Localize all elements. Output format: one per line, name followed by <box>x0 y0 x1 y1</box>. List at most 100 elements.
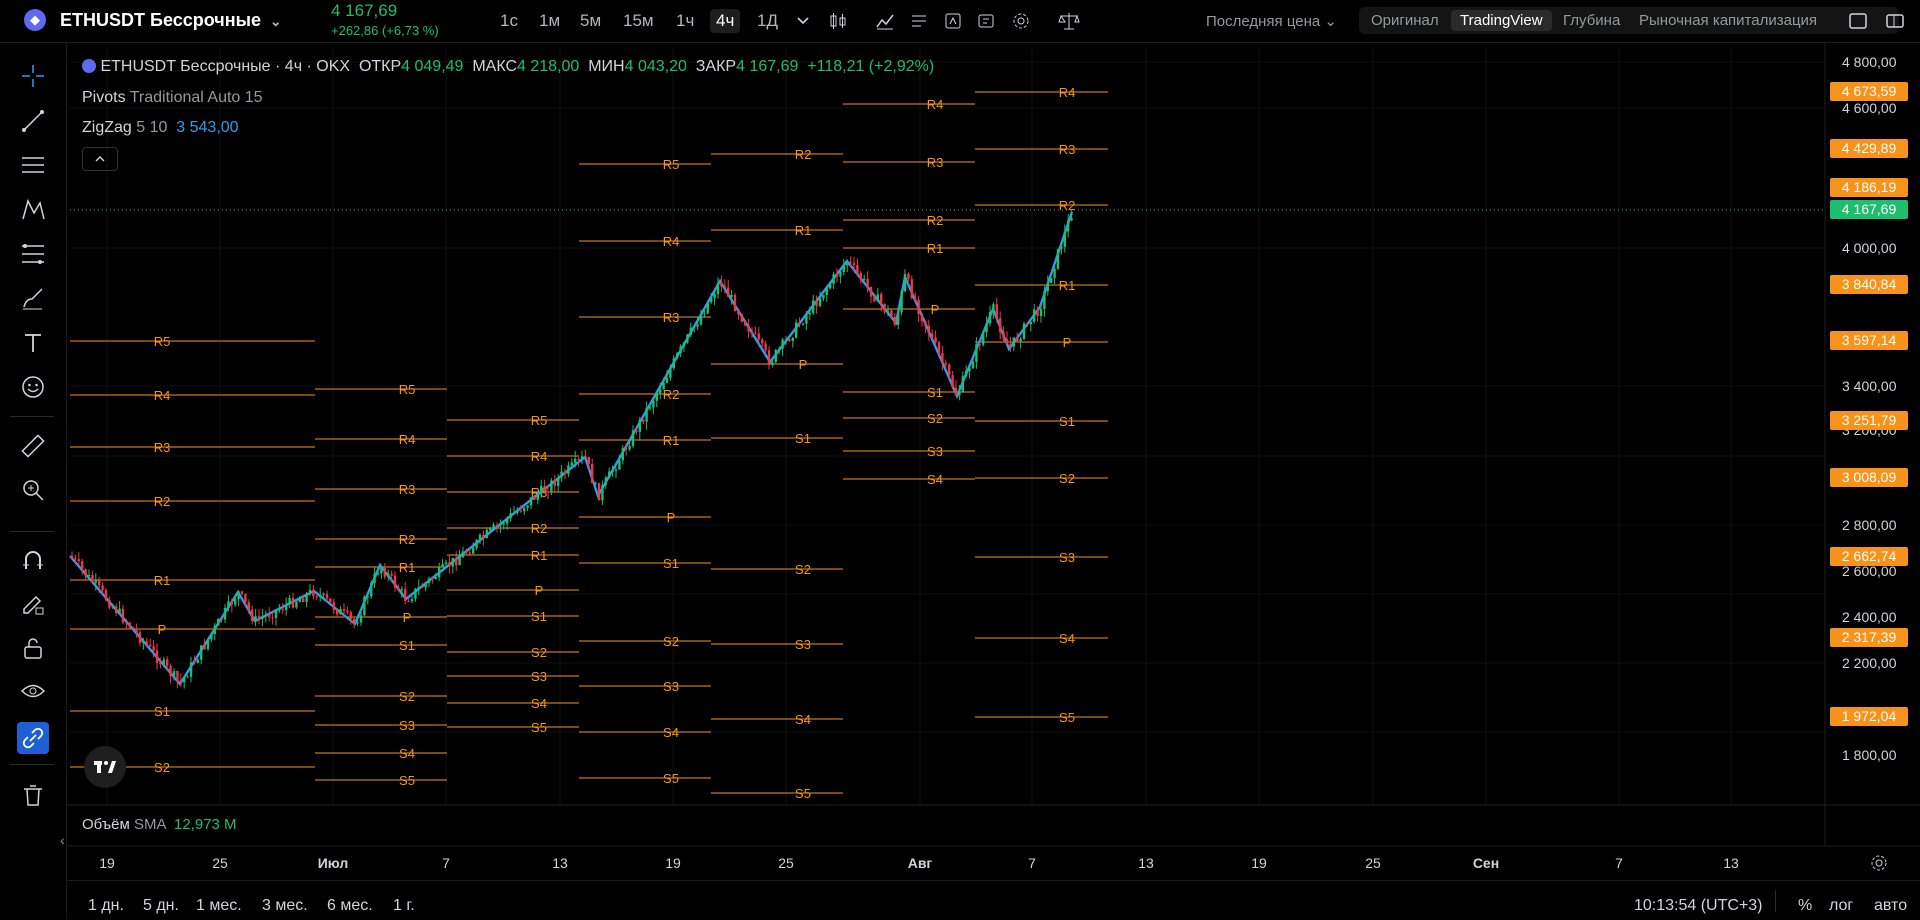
candle-body <box>825 288 828 296</box>
candle-body <box>455 557 458 566</box>
candle-body <box>230 601 233 605</box>
candle-body <box>495 524 499 526</box>
candle-body <box>985 323 988 333</box>
candle-body <box>458 557 461 566</box>
pivot-level-label: R1 <box>1059 278 1076 293</box>
candle-body <box>274 609 278 618</box>
candle-body <box>631 430 635 446</box>
pivot-level-label: P <box>667 510 676 525</box>
pivot-level-label: P <box>799 357 808 372</box>
range-1m[interactable]: 1 мес. <box>196 897 242 915</box>
price-axis-badge: 3 597,14 <box>1830 331 1908 350</box>
candle-body <box>931 333 934 338</box>
pivot-level-label: S2 <box>531 645 547 660</box>
pivot-level-label: S4 <box>531 696 547 711</box>
candle-body <box>502 523 505 525</box>
range-1y[interactable]: 1 г. <box>393 897 415 915</box>
candle-body <box>438 566 441 578</box>
pivot-level-label: R2 <box>531 521 548 536</box>
candle-body <box>512 512 516 514</box>
candle-body <box>645 408 648 422</box>
candle-body <box>393 575 397 588</box>
candle-body <box>240 591 244 594</box>
candle-body <box>77 559 80 562</box>
candle-body <box>166 659 169 666</box>
candle-body <box>499 523 502 526</box>
price-axis-tick: 4 800,00 <box>1842 54 1897 70</box>
candle-body <box>914 298 917 301</box>
candle-body <box>295 602 298 608</box>
legend-open-label: ОТКР <box>358 58 402 75</box>
pivot-level-label: S3 <box>1059 550 1075 565</box>
pivots-indicator-legend[interactable]: Pivots Traditional Auto 15 <box>82 89 263 107</box>
collapse-legend-button[interactable] <box>82 147 118 171</box>
candle-body <box>1012 337 1015 347</box>
time-axis-label: 13 <box>552 855 568 871</box>
candle-body <box>604 477 607 485</box>
candle-body <box>118 608 121 614</box>
candle-body <box>169 665 172 676</box>
tradingview-logo-icon[interactable] <box>84 746 126 788</box>
candle-body <box>591 464 594 484</box>
candle-body <box>757 333 760 340</box>
axis-settings-gear-icon[interactable] <box>1869 853 1889 876</box>
candle-body <box>587 456 590 465</box>
range-1d[interactable]: 1 дн. <box>88 897 124 915</box>
candle-body <box>206 639 210 649</box>
candle-body <box>98 580 101 586</box>
candle-body <box>706 302 709 314</box>
pivot-level-label: R1 <box>399 560 416 575</box>
volume-legend[interactable]: Объём SMA 12,973 M <box>82 816 237 833</box>
pivot-level-label: R1 <box>663 433 680 448</box>
candle-body <box>774 349 777 363</box>
candle-body <box>298 598 301 603</box>
candle-body <box>404 589 407 602</box>
candle-body <box>210 634 213 640</box>
auto-toggle[interactable]: авто <box>1874 897 1907 915</box>
candle-body <box>189 662 193 677</box>
price-chart[interactable]: R5 R4 R3 R2 R1 P S1 S2 R5 R4 R3 R2 R1 P S1 S2 S3 S4 S5 R5 R4… <box>0 0 1920 919</box>
legend-low-label: МИН <box>588 58 625 75</box>
range-3m[interactable]: 3 мес. <box>262 897 308 915</box>
candle-body <box>1016 337 1019 342</box>
candle-body <box>550 480 553 492</box>
candle-body <box>414 588 417 599</box>
percent-toggle[interactable]: % <box>1798 897 1812 915</box>
candle-body <box>880 294 883 304</box>
time-axis-label: Авг <box>907 855 933 871</box>
candle-body <box>336 609 339 615</box>
range-6m[interactable]: 6 мес. <box>327 897 373 915</box>
candle-body <box>482 534 485 538</box>
candle-body <box>244 593 247 603</box>
candle-body <box>737 311 740 315</box>
candle-body <box>461 551 465 558</box>
candle-body <box>349 612 352 619</box>
candle-body <box>886 310 890 312</box>
candle-body <box>84 569 87 577</box>
candle-body <box>172 671 176 676</box>
price-axis-badge: 3 008,09 <box>1830 468 1908 487</box>
candle-body <box>424 583 427 588</box>
clock-timezone[interactable]: 10:13:54 (UTC+3) <box>1634 897 1763 915</box>
candle-body <box>376 573 380 575</box>
candle-body <box>801 323 805 325</box>
candle-body <box>308 589 312 594</box>
candle-body <box>70 556 74 559</box>
candle-body <box>924 320 927 326</box>
pivot-level-label: S1 <box>154 704 170 719</box>
candle-body <box>754 332 757 334</box>
pivot-level-label: R4 <box>927 97 944 112</box>
zigzag-indicator-legend[interactable]: ZigZag 5 10 3 543,00 <box>82 119 239 137</box>
candle-body <box>417 587 420 589</box>
candle-body <box>968 368 971 371</box>
candle-body <box>329 598 332 603</box>
candle-body <box>1056 248 1060 269</box>
range-5d[interactable]: 5 дн. <box>143 897 179 915</box>
pivot-level-label: S2 <box>663 634 679 649</box>
log-toggle[interactable]: лог <box>1829 897 1853 915</box>
candle-body <box>278 609 281 611</box>
candle-body <box>444 562 448 565</box>
candle-body <box>829 283 832 289</box>
pivot-level-label: R5 <box>399 382 416 397</box>
candle-body <box>489 527 492 530</box>
